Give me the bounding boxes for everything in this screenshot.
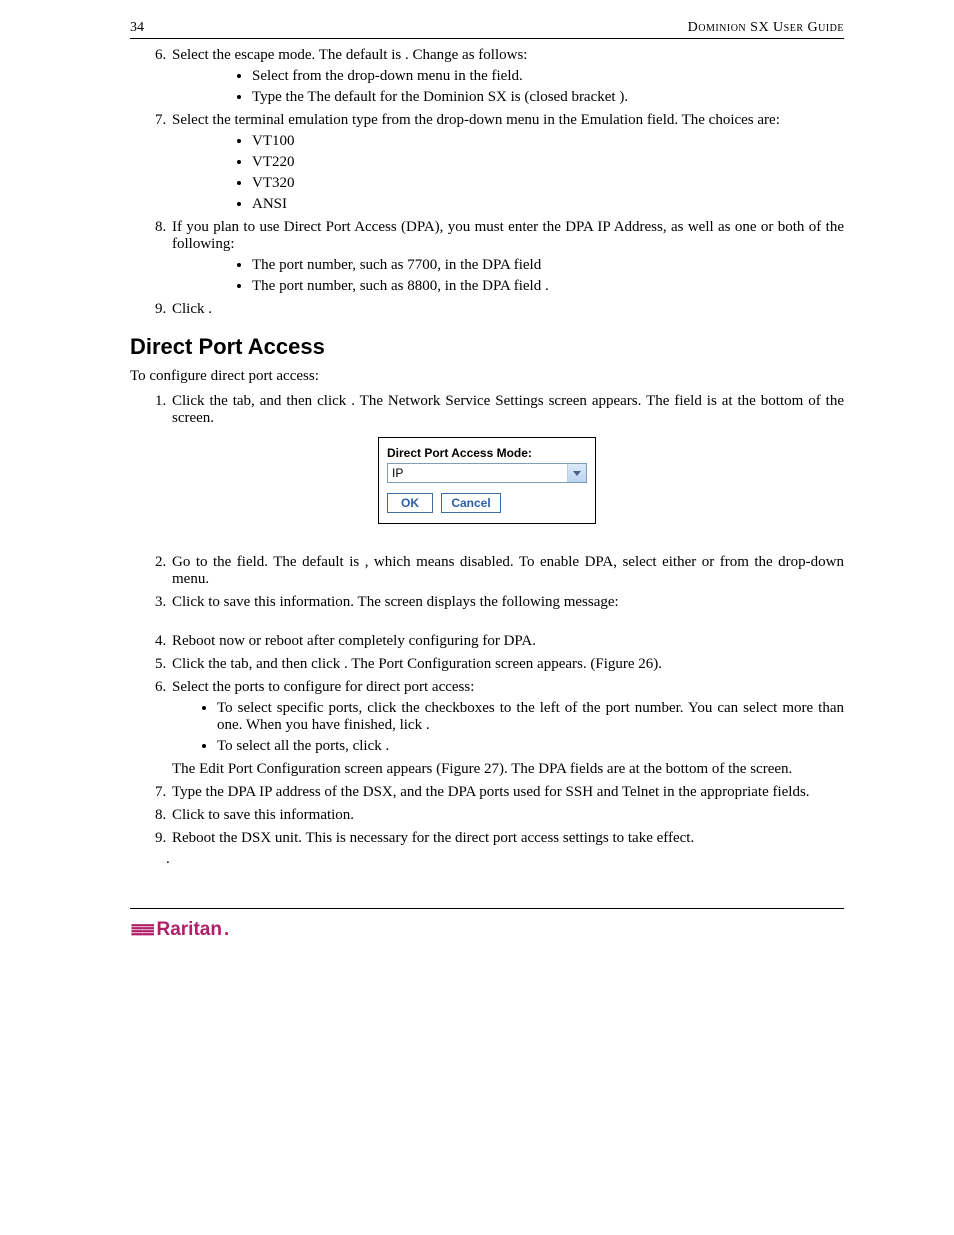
step-b5: Click the tab, and then click . The Port… — [170, 656, 844, 673]
logo-glyph-icon: ≣≣ — [130, 920, 153, 940]
bullet: To select specific ports, click the chec… — [217, 700, 844, 734]
bullet: VT320 — [252, 175, 844, 192]
bullet: VT100 — [252, 133, 844, 150]
cancel-button[interactable]: Cancel — [441, 493, 501, 513]
page-number: 34 — [130, 20, 144, 36]
bullet: ANSI — [252, 196, 844, 213]
section-heading: Direct Port Access — [130, 334, 844, 360]
step-b6-sublist: To select specific ports, click the chec… — [172, 700, 844, 755]
dpa-mode-select[interactable]: IP — [387, 463, 587, 483]
step-text: Click . — [172, 301, 212, 317]
bullet: VT220 — [252, 154, 844, 171]
step-b3: Click to save this information. The scre… — [170, 594, 844, 611]
steps-list-lower-cont: Go to the field. The default is , which … — [130, 554, 844, 847]
steps-list-upper: Select the escape mode. The default is .… — [130, 47, 844, 318]
page-footer: ≣≣ Raritan. — [130, 908, 844, 941]
logo-text: Raritan — [157, 919, 222, 941]
orphan-dot: . — [166, 851, 844, 868]
step-8: If you plan to use Direct Port Access (D… — [170, 219, 844, 295]
step-text: Select the ports to configure for direct… — [172, 679, 474, 695]
step-b4: Reboot now or reboot after completely co… — [170, 633, 844, 650]
step-7: Select the terminal emulation type from … — [170, 112, 844, 213]
bullet: Select from the drop-down menu in the fi… — [252, 68, 844, 85]
bullet: The port number, such as 7700, in the DP… — [252, 257, 844, 274]
guide-title: Dominion SX User Guide — [688, 20, 844, 36]
dialog-label: Direct Port Access Mode: — [387, 446, 587, 460]
step-text: If you plan to use Direct Port Access (D… — [172, 219, 844, 252]
bullet: Type the The default for the Dominion SX… — [252, 89, 844, 106]
dpa-mode-dialog: Direct Port Access Mode: IP OK Cancel — [378, 437, 596, 524]
step-b6-tail: The Edit Port Configuration screen appea… — [172, 761, 844, 778]
ok-button[interactable]: OK — [387, 493, 433, 513]
page-header: 34 Dominion SX User Guide — [130, 20, 844, 39]
step-b9: Reboot the DSX unit. This is necessary f… — [170, 830, 844, 847]
logo-dot: . — [224, 919, 229, 941]
dialog-figure: Direct Port Access Mode: IP OK Cancel — [130, 437, 844, 524]
bullet: The port number, such as 8800, in the DP… — [252, 278, 844, 295]
step-text: Select the terminal emulation type from … — [172, 112, 780, 128]
raritan-logo: ≣≣ Raritan. — [130, 919, 229, 941]
chevron-down-icon — [567, 464, 586, 482]
step-b8: Click to save this information. — [170, 807, 844, 824]
step-text: Click to save this information. The scre… — [172, 594, 619, 610]
select-value: IP — [388, 464, 567, 482]
step-b7: Type the DPA IP address of the DSX, and … — [170, 784, 844, 801]
step-8-sublist: The port number, such as 7700, in the DP… — [172, 257, 844, 295]
section-intro: To configure direct port access: — [130, 368, 844, 385]
step-text: Select the escape mode. The default is .… — [172, 47, 527, 63]
step-7-sublist: VT100 VT220 VT320 ANSI — [172, 133, 844, 213]
step-9: Click . — [170, 301, 844, 318]
step-b2: Go to the field. The default is , which … — [170, 554, 844, 588]
step-6-sublist: Select from the drop-down menu in the fi… — [172, 68, 844, 106]
bullet: To select all the ports, click . — [217, 738, 844, 755]
steps-list-lower: Click the tab, and then click . The Netw… — [130, 393, 844, 427]
step-b6: Select the ports to configure for direct… — [170, 679, 844, 778]
step-6: Select the escape mode. The default is .… — [170, 47, 844, 106]
step-b1: Click the tab, and then click . The Netw… — [170, 393, 844, 427]
